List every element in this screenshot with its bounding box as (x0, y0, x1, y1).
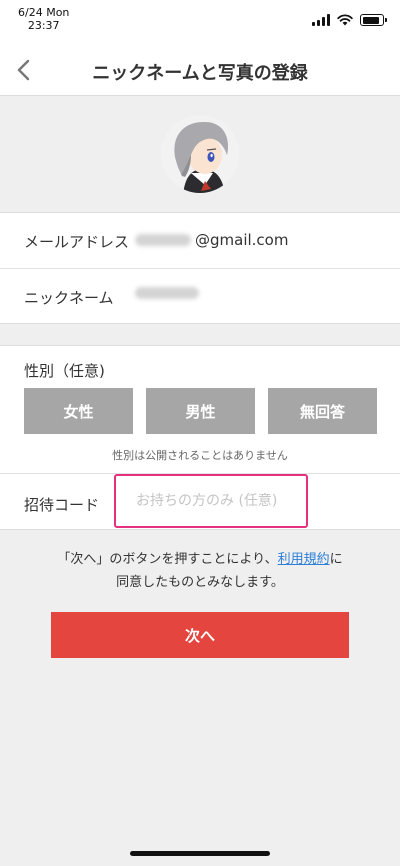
account-info-card: メールアドレス @gmail.com ニックネーム (0, 212, 400, 324)
blurred-nickname (135, 287, 199, 299)
avatar[interactable] (161, 115, 239, 193)
status-clock: 6/24 Mon 23:37 (18, 6, 69, 32)
gender-options: 女性 男性 無回答 (24, 388, 377, 434)
gender-female-button[interactable]: 女性 (24, 388, 133, 434)
status-bar: 6/24 Mon 23:37 (0, 0, 400, 44)
email-row: メールアドレス @gmail.com (0, 213, 400, 269)
anime-character-avatar-icon (161, 115, 239, 193)
nickname-value[interactable] (135, 287, 203, 299)
terms-link[interactable]: 利用規約 (278, 552, 330, 567)
nickname-row[interactable]: ニックネーム (0, 269, 400, 325)
page-title: ニックネームと写真の登録 (92, 63, 308, 84)
home-indicator (130, 851, 270, 856)
blurred-email-local (135, 234, 191, 246)
signal-icon (312, 14, 330, 26)
terms-line-2: 同意したものとみなします。 (116, 575, 284, 590)
email-value: @gmail.com (135, 231, 288, 249)
terms-line-1: 「次へ」のボタンを押すことにより、利用規約に (0, 548, 400, 571)
gender-title: 性別（任意) (24, 362, 105, 380)
invite-code-label: 招待コード (24, 496, 100, 514)
wifi-icon (337, 14, 353, 26)
invite-code-input[interactable] (114, 474, 308, 528)
terms-prefix: 「次へ」のボタンを押すことにより、 (57, 552, 278, 567)
terms-suffix: に (329, 552, 343, 567)
nickname-label: ニックネーム (24, 289, 114, 307)
status-icons (312, 14, 387, 26)
gender-no-answer-button[interactable]: 無回答 (268, 388, 377, 434)
status-time: 23:37 (27, 19, 60, 32)
avatar-section (0, 96, 400, 212)
gender-privacy-note: 性別は公開されることはありません (112, 449, 288, 462)
battery-icon (360, 14, 387, 26)
status-date: 6/24 Mon (18, 6, 70, 19)
nav-bar: ニックネームと写真の登録 (0, 44, 400, 96)
email-label: メールアドレス (24, 233, 130, 251)
next-button[interactable]: 次へ (51, 612, 349, 658)
gender-male-button[interactable]: 男性 (146, 388, 255, 434)
gender-invite-card: 性別（任意) 女性 男性 無回答 性別は公開されることはありません 招待コード (0, 345, 400, 530)
email-domain: @gmail.com (195, 231, 289, 249)
terms-notice: 「次へ」のボタンを押すことにより、利用規約に 同意したものとみなします。 (0, 548, 400, 594)
